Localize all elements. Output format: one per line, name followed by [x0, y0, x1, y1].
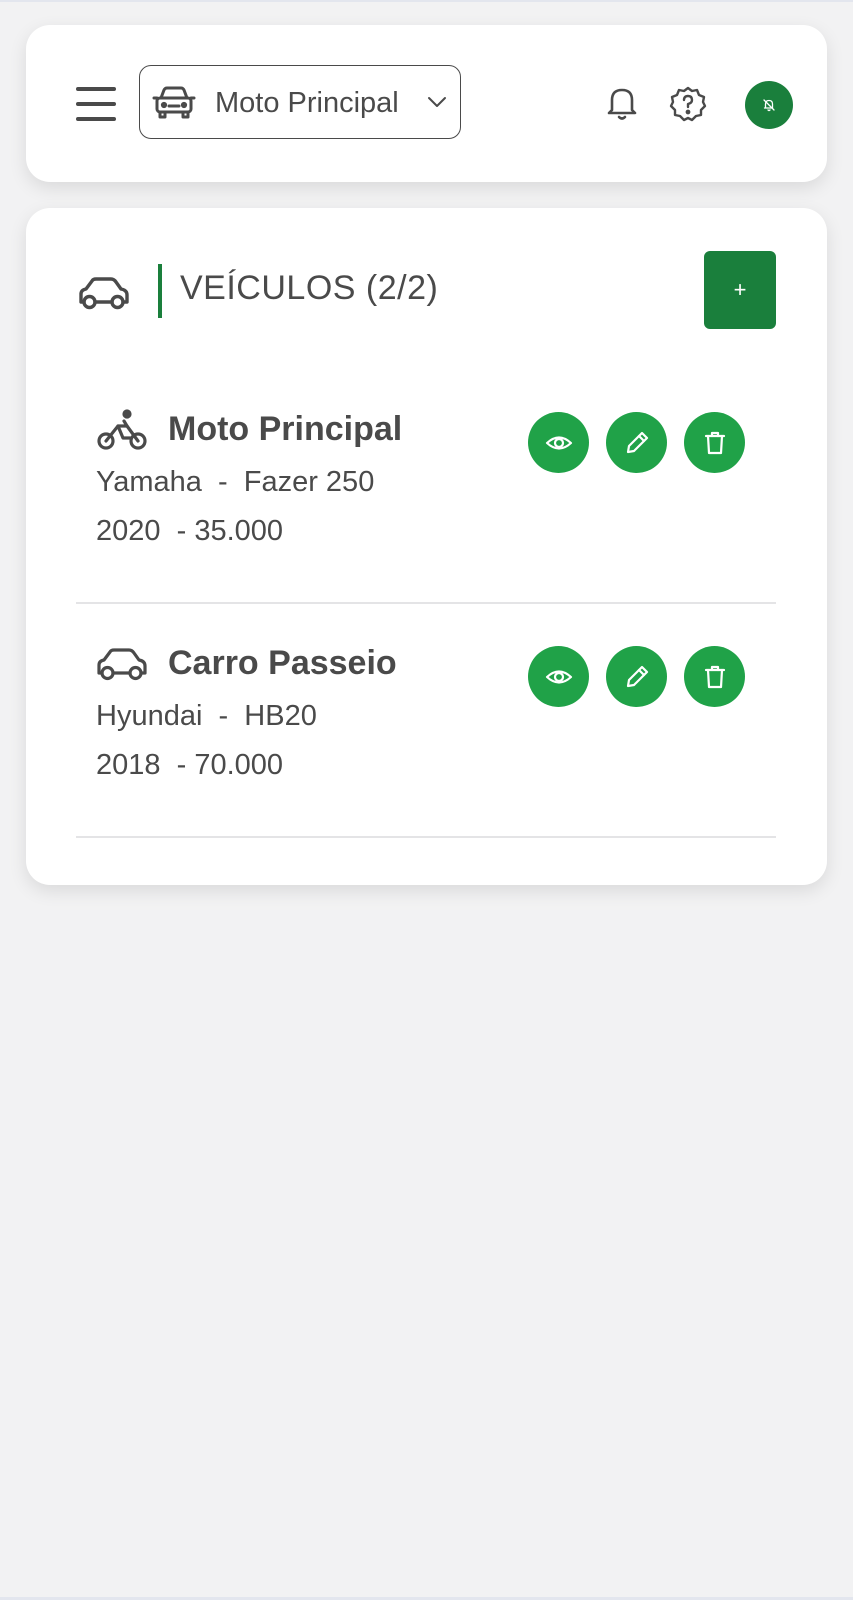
vehicle-actions — [528, 412, 745, 473]
section-title: VEÍCULOS (2/2) — [180, 269, 439, 307]
add-vehicle-button[interactable]: + — [704, 251, 776, 329]
list-item: Moto Principal Yamaha - Fazer 250 2020 -… — [76, 370, 776, 604]
trash-icon — [704, 431, 725, 454]
car-front-icon — [152, 86, 196, 119]
delete-vehicle-button[interactable] — [684, 412, 745, 473]
section-accent-bar — [158, 264, 162, 318]
divider — [76, 836, 776, 838]
help-badge-icon[interactable] — [669, 85, 707, 123]
trash-icon — [704, 665, 725, 688]
pencil-icon — [626, 665, 648, 687]
car-side-icon — [79, 277, 129, 310]
eye-icon — [545, 669, 572, 684]
list-item: Carro Passeio Hyundai - HB20 2018 - 70.0… — [76, 604, 776, 838]
vehicle-brand-model: Yamaha - Fazer 250 — [96, 466, 375, 498]
motorcycle-icon — [97, 409, 147, 450]
vehicle-year-km: 2018 - 70.000 — [96, 749, 284, 781]
selected-vehicle-label: Moto Principal — [215, 87, 399, 119]
bell-off-icon — [763, 99, 775, 112]
vehicle-brand-model: Hyundai - HB20 — [96, 700, 317, 732]
vehicle-actions — [528, 646, 745, 707]
bell-icon[interactable] — [602, 83, 642, 123]
avatar[interactable] — [745, 81, 793, 129]
car-side-icon — [97, 648, 147, 681]
vehicle-year-km: 2020 - 35.000 — [96, 515, 284, 547]
edit-vehicle-button[interactable] — [606, 412, 667, 473]
view-vehicle-button[interactable] — [528, 412, 589, 473]
view-vehicle-button[interactable] — [528, 646, 589, 707]
chevron-down-icon — [428, 97, 446, 107]
edit-vehicle-button[interactable] — [606, 646, 667, 707]
header-bar: Moto Principal — [26, 25, 827, 182]
vehicles-card: VEÍCULOS (2/2) + Moto Principal Yamaha -… — [26, 208, 827, 885]
vehicle-selector[interactable]: Moto Principal — [139, 65, 461, 139]
vehicle-name: Carro Passeio — [168, 644, 397, 682]
vehicle-name: Moto Principal — [168, 410, 403, 448]
pencil-icon — [626, 431, 648, 453]
top-border — [0, 0, 853, 2]
delete-vehicle-button[interactable] — [684, 646, 745, 707]
eye-icon — [545, 435, 572, 450]
hamburger-menu-icon[interactable] — [76, 87, 116, 121]
